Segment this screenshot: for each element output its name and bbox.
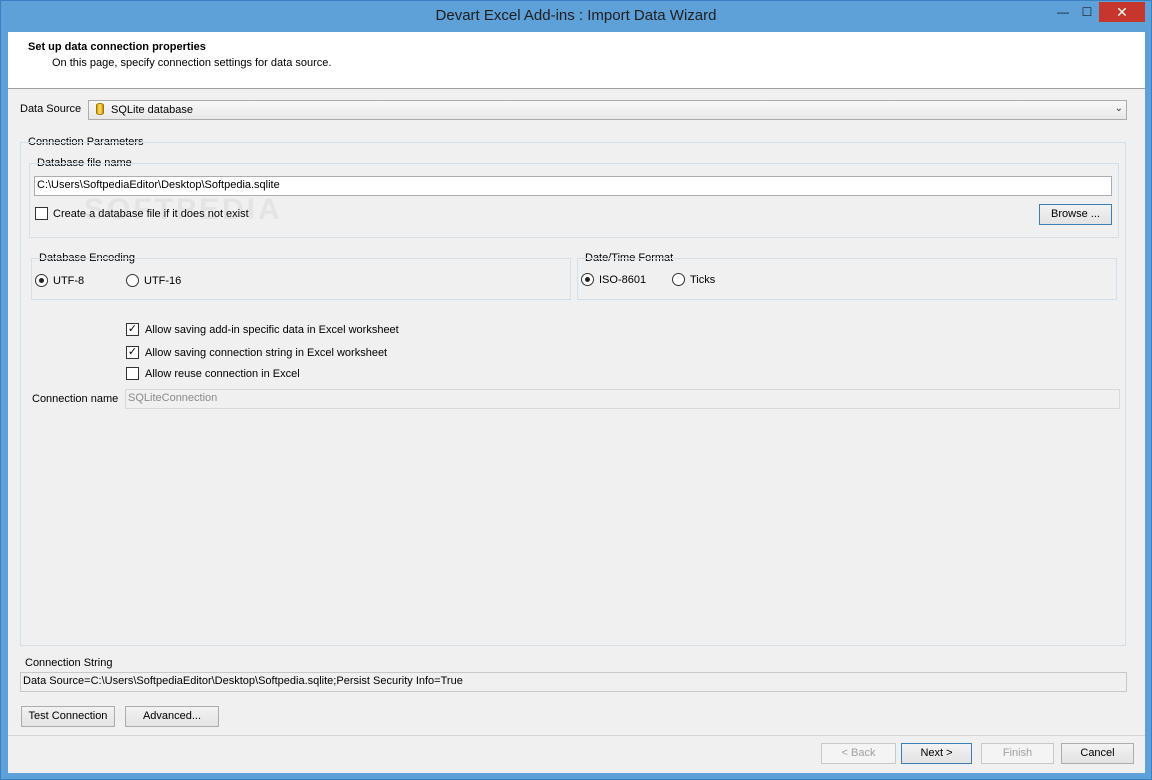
connection-string-label: Connection String xyxy=(25,657,113,669)
data-source-dropdown[interactable]: SQLite database ⌄ xyxy=(88,100,1127,120)
allow-saving-connstr-checkbox[interactable]: ✓ xyxy=(126,346,139,359)
page-subtitle: On this page, specify connection setting… xyxy=(52,57,332,69)
data-source-label: Data Source xyxy=(20,103,82,115)
datetime-iso-radio[interactable] xyxy=(581,273,594,286)
test-connection-button[interactable]: Test Connection xyxy=(21,706,115,727)
encoding-group xyxy=(31,258,571,300)
allow-saving-addin-checkbox[interactable]: ✓ xyxy=(126,323,139,336)
datetime-ticks-radio[interactable] xyxy=(672,273,685,286)
encoding-utf16-radio[interactable] xyxy=(126,274,139,287)
allow-reuse-label: Allow reuse connection in Excel xyxy=(145,368,300,380)
wizard-client-area: Set up data connection properties On thi… xyxy=(8,32,1145,773)
connection-string-field[interactable]: Data Source=C:\Users\SoftpediaEditor\Des… xyxy=(20,672,1127,692)
create-db-checkbox[interactable] xyxy=(35,207,48,220)
encoding-utf16-label: UTF-16 xyxy=(144,275,182,287)
back-button[interactable]: < Back xyxy=(821,743,896,764)
close-button[interactable]: ✕ xyxy=(1099,2,1145,22)
datetime-ticks-label: Ticks xyxy=(690,274,716,286)
footer-separator xyxy=(8,735,1145,736)
wizard-window: Devart Excel Add-ins : Import Data Wizar… xyxy=(0,0,1152,780)
encoding-utf8-radio[interactable] xyxy=(35,274,48,287)
connection-name-label: Connection name xyxy=(32,393,119,405)
allow-saving-connstr-label: Allow saving connection string in Excel … xyxy=(145,347,388,359)
encoding-utf8-label: UTF-8 xyxy=(53,275,85,287)
database-icon xyxy=(96,103,104,115)
page-title: Set up data connection properties xyxy=(28,41,206,53)
connection-name-input[interactable]: SQLiteConnection xyxy=(125,389,1120,409)
finish-button[interactable]: Finish xyxy=(981,743,1054,764)
browse-button[interactable]: Browse ... xyxy=(1039,204,1112,225)
allow-reuse-checkbox[interactable] xyxy=(126,367,139,380)
next-button[interactable]: Next > xyxy=(901,743,972,764)
advanced-button[interactable]: Advanced... xyxy=(125,706,219,727)
datetime-iso-label: ISO-8601 xyxy=(599,274,647,286)
watermark: SOFTPEDIA xyxy=(84,193,283,226)
minimize-button[interactable]: — xyxy=(1051,2,1075,22)
cancel-button[interactable]: Cancel xyxy=(1061,743,1134,764)
data-source-value: SQLite database xyxy=(111,104,193,116)
maximize-button[interactable]: ☐ xyxy=(1075,2,1099,22)
allow-saving-addin-label: Allow saving add-in specific data in Exc… xyxy=(145,324,399,336)
chevron-down-icon: ⌄ xyxy=(1114,103,1123,114)
wizard-header: Set up data connection properties On thi… xyxy=(8,32,1145,89)
window-title: Devart Excel Add-ins : Import Data Wizar… xyxy=(435,7,717,24)
datetime-group xyxy=(577,258,1117,300)
